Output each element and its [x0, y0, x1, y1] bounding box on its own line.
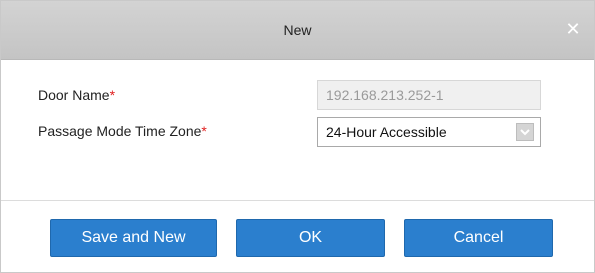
door-name-label-text: Door Name [38, 87, 110, 103]
new-door-dialog: New ✕ Door Name* 192.168.213.252-1 Passa… [0, 0, 595, 273]
passage-mode-time-zone-label: Passage Mode Time Zone* [38, 123, 207, 139]
required-mark: * [109, 87, 116, 103]
door-name-value: 192.168.213.252-1 [326, 87, 444, 103]
dialog-titlebar: New ✕ [1, 1, 594, 60]
ok-button[interactable]: OK [236, 219, 385, 257]
chevron-down-icon[interactable] [516, 123, 534, 141]
door-name-label: Door Name* [38, 87, 115, 103]
passage-mode-time-zone-label-text: Passage Mode Time Zone [38, 123, 202, 139]
dialog-title: New [283, 22, 312, 38]
close-icon[interactable]: ✕ [564, 20, 582, 38]
passage-mode-time-zone-select[interactable]: 24-Hour Accessible [317, 117, 541, 147]
footer-divider [1, 200, 594, 201]
cancel-button[interactable]: Cancel [404, 219, 553, 257]
save-and-new-button[interactable]: Save and New [50, 219, 217, 257]
door-name-field: 192.168.213.252-1 [317, 80, 541, 110]
passage-mode-time-zone-value: 24-Hour Accessible [326, 124, 447, 140]
required-mark: * [201, 123, 207, 139]
